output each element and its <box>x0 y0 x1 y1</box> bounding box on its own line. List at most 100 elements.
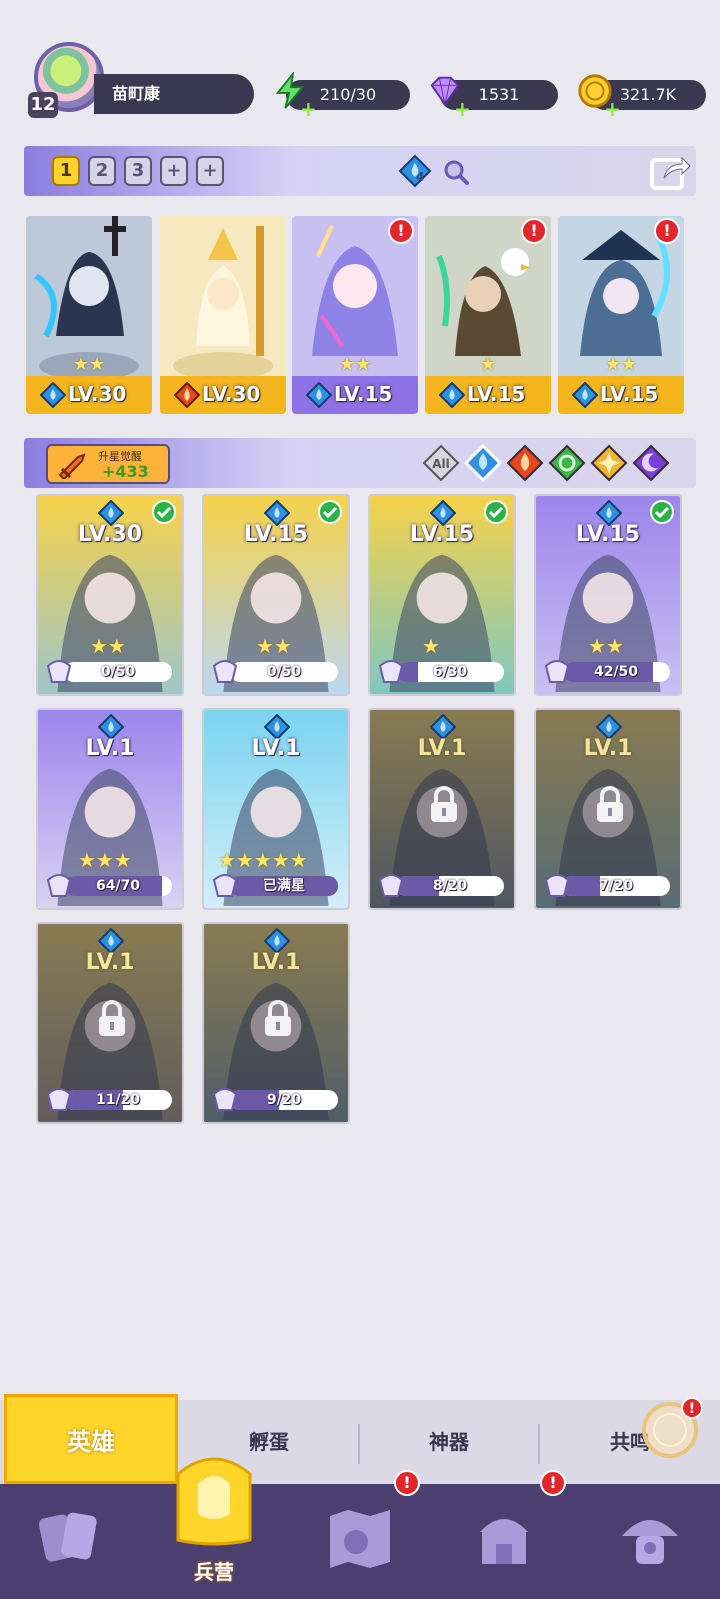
shard-icon <box>378 660 404 683</box>
team-member-card[interactable]: ★★ LV.30 <box>26 216 152 414</box>
level-bar: LV.30 <box>26 376 152 414</box>
awaken-value: +433 <box>102 462 149 481</box>
shard-icon <box>378 874 404 897</box>
lock-icon <box>431 786 457 822</box>
filter-light-button[interactable] <box>590 444 628 482</box>
hero-card[interactable]: LV.1 ★★★ 64/70 <box>36 708 184 910</box>
shard-progress-bar: 0/50 <box>64 662 172 682</box>
gold-counter[interactable]: + 321.7K <box>578 74 706 121</box>
temple-icon <box>480 1519 528 1564</box>
top-bar: 12 苗町康 + 210/30 + 1531 + 321.7K <box>0 0 720 130</box>
shard-progress-text: 42/50 <box>593 664 639 680</box>
team-slot-2[interactable]: 2 <box>88 156 116 186</box>
hero-level: LV.15 <box>409 522 475 547</box>
shard-progress-bar: 42/50 <box>562 662 670 682</box>
team-member-card[interactable]: LV.30 <box>160 216 286 414</box>
tab-artifact[interactable]: 神器 <box>360 1400 538 1484</box>
cards-icon <box>38 1512 97 1562</box>
star-rating: ★ <box>422 634 440 658</box>
svg-text:!: ! <box>689 1401 695 1417</box>
team-member-card[interactable]: ! ★★ LV.15 <box>558 216 684 414</box>
team-slot-add[interactable]: + <box>160 156 188 186</box>
shard-progress-text: 0/50 <box>266 664 302 680</box>
nav-temple[interactable]: ! <box>434 1470 574 1599</box>
star-rating: ★★ <box>338 354 372 375</box>
hero-card[interactable]: LV.1 11/20 <box>36 922 184 1124</box>
search-icon[interactable] <box>442 158 470 186</box>
filter-all-label: All <box>432 457 450 471</box>
star-rating: ★★★★★ <box>218 848 308 872</box>
notification-badge: ! <box>521 218 547 244</box>
hero-card[interactable]: LV.1 7/20 <box>534 708 682 910</box>
shard-progress-bar: 11/20 <box>64 1090 172 1110</box>
shard-icon <box>46 660 72 683</box>
team-slot-add[interactable]: + <box>196 156 224 186</box>
star-rating: ★★ <box>90 634 126 658</box>
hero-card[interactable]: LV.15 ★★ 0/50 <box>202 494 350 696</box>
filter-wind-button[interactable] <box>548 444 586 482</box>
star-rating: ★★★ <box>78 848 132 872</box>
bottom-nav: 兵营 ! ! <box>0 1457 720 1599</box>
shard-icon <box>544 660 570 683</box>
hero-card[interactable]: LV.1 8/20 <box>368 708 516 910</box>
nav-cards[interactable] <box>0 1484 140 1599</box>
filter-dark-button[interactable] <box>632 444 670 482</box>
star-rating: ★★ <box>588 634 624 658</box>
mushroom-house-icon <box>622 1520 678 1564</box>
energy-value: 210/30 <box>319 85 377 104</box>
lock-icon <box>597 786 623 822</box>
team-slot-1[interactable]: 1 <box>52 156 80 186</box>
nav-barracks-label: 兵营 <box>194 1560 234 1584</box>
energy-counter[interactable]: + 210/30 <box>275 72 410 121</box>
star-rating: ★ <box>479 354 497 375</box>
awaken-button[interactable]: 升星觉醒 +433 <box>46 444 170 484</box>
nav-guild[interactable] <box>580 1484 720 1599</box>
shard-progress-bar: 8/20 <box>396 876 504 896</box>
filter-water-button[interactable] <box>464 444 502 482</box>
check-icon <box>484 500 508 524</box>
hero-card[interactable]: LV.15 ★★ 42/50 <box>534 494 682 696</box>
hero-card[interactable]: LV.30 ★★ 0/50 <box>36 494 184 696</box>
sword-icon <box>58 453 86 479</box>
player-level: 12 <box>28 92 58 118</box>
shard-progress-bar: 0/50 <box>230 662 338 682</box>
fire-element-icon <box>174 382 200 408</box>
share-icon[interactable] <box>648 150 692 192</box>
gem-value: 1531 <box>478 85 520 104</box>
notification-badge: ! <box>388 218 414 244</box>
nav-map[interactable]: ! <box>290 1470 430 1599</box>
gem-counter[interactable]: + 1531 <box>430 76 558 121</box>
floating-menu-icon[interactable]: ! <box>638 1396 702 1460</box>
level-bar: LV.30 <box>160 376 286 414</box>
nav-barracks[interactable]: 兵营 <box>144 1457 284 1599</box>
shard-progress-text: 11/20 <box>95 1092 141 1108</box>
team-member-card[interactable]: ! ★★ LV.15 <box>292 216 418 414</box>
hero-level: LV.30 <box>68 382 127 406</box>
plus-icon[interactable]: + <box>454 94 471 124</box>
team-slot-3[interactable]: 3 <box>124 156 152 186</box>
hero-level: LV.15 <box>243 522 309 547</box>
filter-fire-button[interactable] <box>506 444 544 482</box>
shard-icon <box>46 1088 72 1111</box>
plus-icon[interactable]: + <box>300 94 317 124</box>
water-element-icon <box>439 382 465 408</box>
star-rating: ★★ <box>604 354 638 375</box>
tab-heroes[interactable]: 英雄 <box>4 1394 178 1484</box>
hero-level: LV.1 <box>583 736 633 761</box>
shard-progress-text: 6/30 <box>432 664 468 680</box>
notification-badge: ! <box>394 1470 420 1496</box>
shard-progress-bar: 9/20 <box>230 1090 338 1110</box>
hero-card[interactable]: LV.15 ★ 6/30 <box>368 494 516 696</box>
shard-progress-text: 9/20 <box>266 1092 302 1108</box>
filter-all-button[interactable]: All <box>422 444 460 482</box>
shard-progress-bar: 已满星 <box>230 876 338 896</box>
team-member-card[interactable]: ! ★ LV.15 <box>425 216 551 414</box>
level-bar: LV.15 <box>425 376 551 414</box>
hero-card[interactable]: LV.1 9/20 <box>202 922 350 1124</box>
check-icon <box>152 500 176 524</box>
shard-icon <box>212 1088 238 1111</box>
notification-badge: ! <box>654 218 680 244</box>
check-icon <box>318 500 342 524</box>
hero-card[interactable]: LV.1 ★★★★★ 已满星 <box>202 708 350 910</box>
plus-icon[interactable]: + <box>604 94 621 124</box>
